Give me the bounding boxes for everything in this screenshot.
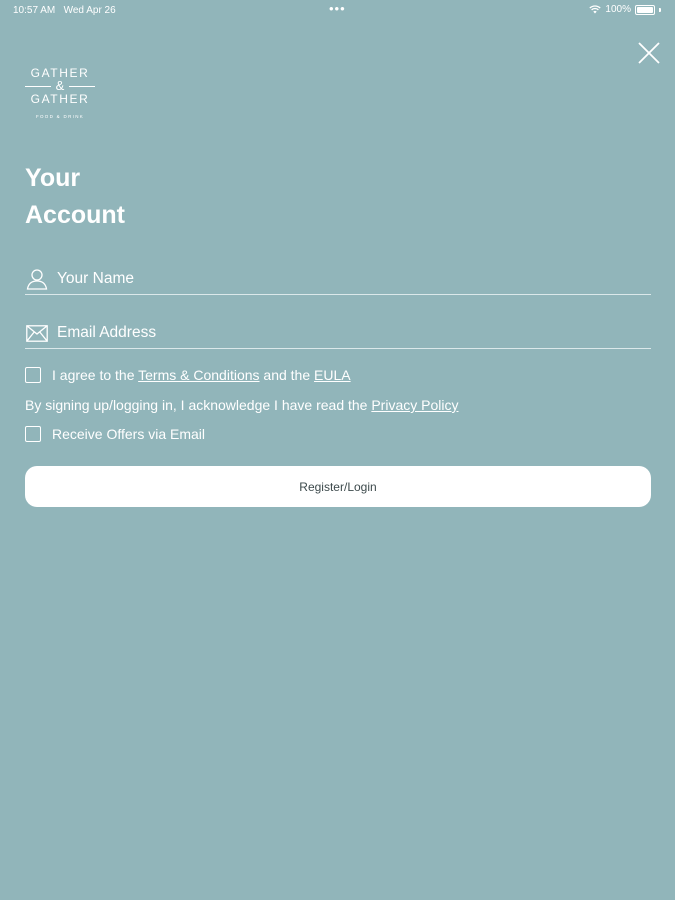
register-login-button[interactable]: Register/Login xyxy=(25,466,651,507)
battery-icon xyxy=(635,4,655,15)
terms-checkbox[interactable] xyxy=(25,367,41,383)
offers-checkbox[interactable] xyxy=(25,426,41,442)
user-icon xyxy=(25,268,49,290)
multitasking-dots-icon[interactable]: ••• xyxy=(329,1,346,16)
page-title-line2: Account xyxy=(25,201,125,229)
eula-link[interactable]: EULA xyxy=(314,367,351,383)
terms-middle: and the xyxy=(259,367,315,383)
status-date: Wed Apr 26 xyxy=(63,5,116,16)
logo-rule-left xyxy=(25,85,51,87)
privacy-link[interactable]: Privacy Policy xyxy=(371,397,458,413)
privacy-prefix: By signing up/logging in, I acknowledge … xyxy=(25,397,372,413)
logo-amp-row: & xyxy=(25,78,96,93)
logo-rule-right xyxy=(69,85,96,87)
page-title-line1: Your xyxy=(25,164,81,192)
status-time: 10:57 AM Wed Apr 26 xyxy=(13,5,116,16)
battery-percent: 100% xyxy=(605,4,631,15)
terms-label: I agree to the Terms & Conditions and th… xyxy=(52,367,351,383)
terms-link[interactable]: Terms & Conditions xyxy=(138,367,259,383)
logo-line2: GATHER xyxy=(30,92,90,106)
status-time-text: 10:57 AM xyxy=(13,5,56,16)
envelope-icon xyxy=(25,322,49,344)
email-field[interactable]: Email Address xyxy=(25,318,651,349)
privacy-notice: By signing up/logging in, I acknowledge … xyxy=(25,397,458,413)
terms-prefix: I agree to the xyxy=(52,367,139,383)
name-field[interactable]: Your Name xyxy=(25,264,651,295)
name-placeholder: Your Name xyxy=(57,270,134,287)
battery-tip xyxy=(659,7,661,12)
status-bar: 10:57 AM Wed Apr 26 ••• 100% xyxy=(0,0,675,20)
close-button[interactable] xyxy=(636,40,662,66)
status-right: 100% xyxy=(589,4,661,15)
register-login-label: Register/Login xyxy=(299,479,377,494)
terms-row: I agree to the Terms & Conditions and th… xyxy=(25,367,351,383)
logo-tagline: FOOD & DRINK xyxy=(35,114,85,119)
offers-row: Receive Offers via Email xyxy=(25,426,205,442)
page-title: Your Account xyxy=(25,160,125,234)
offers-label: Receive Offers via Email xyxy=(52,426,206,442)
wifi-icon xyxy=(589,5,602,14)
email-placeholder: Email Address xyxy=(57,324,157,341)
brand-logo: GATHER & GATHER FOOD & DRINK xyxy=(25,66,96,119)
logo-ampersand: & xyxy=(55,78,65,93)
close-icon xyxy=(638,42,660,64)
